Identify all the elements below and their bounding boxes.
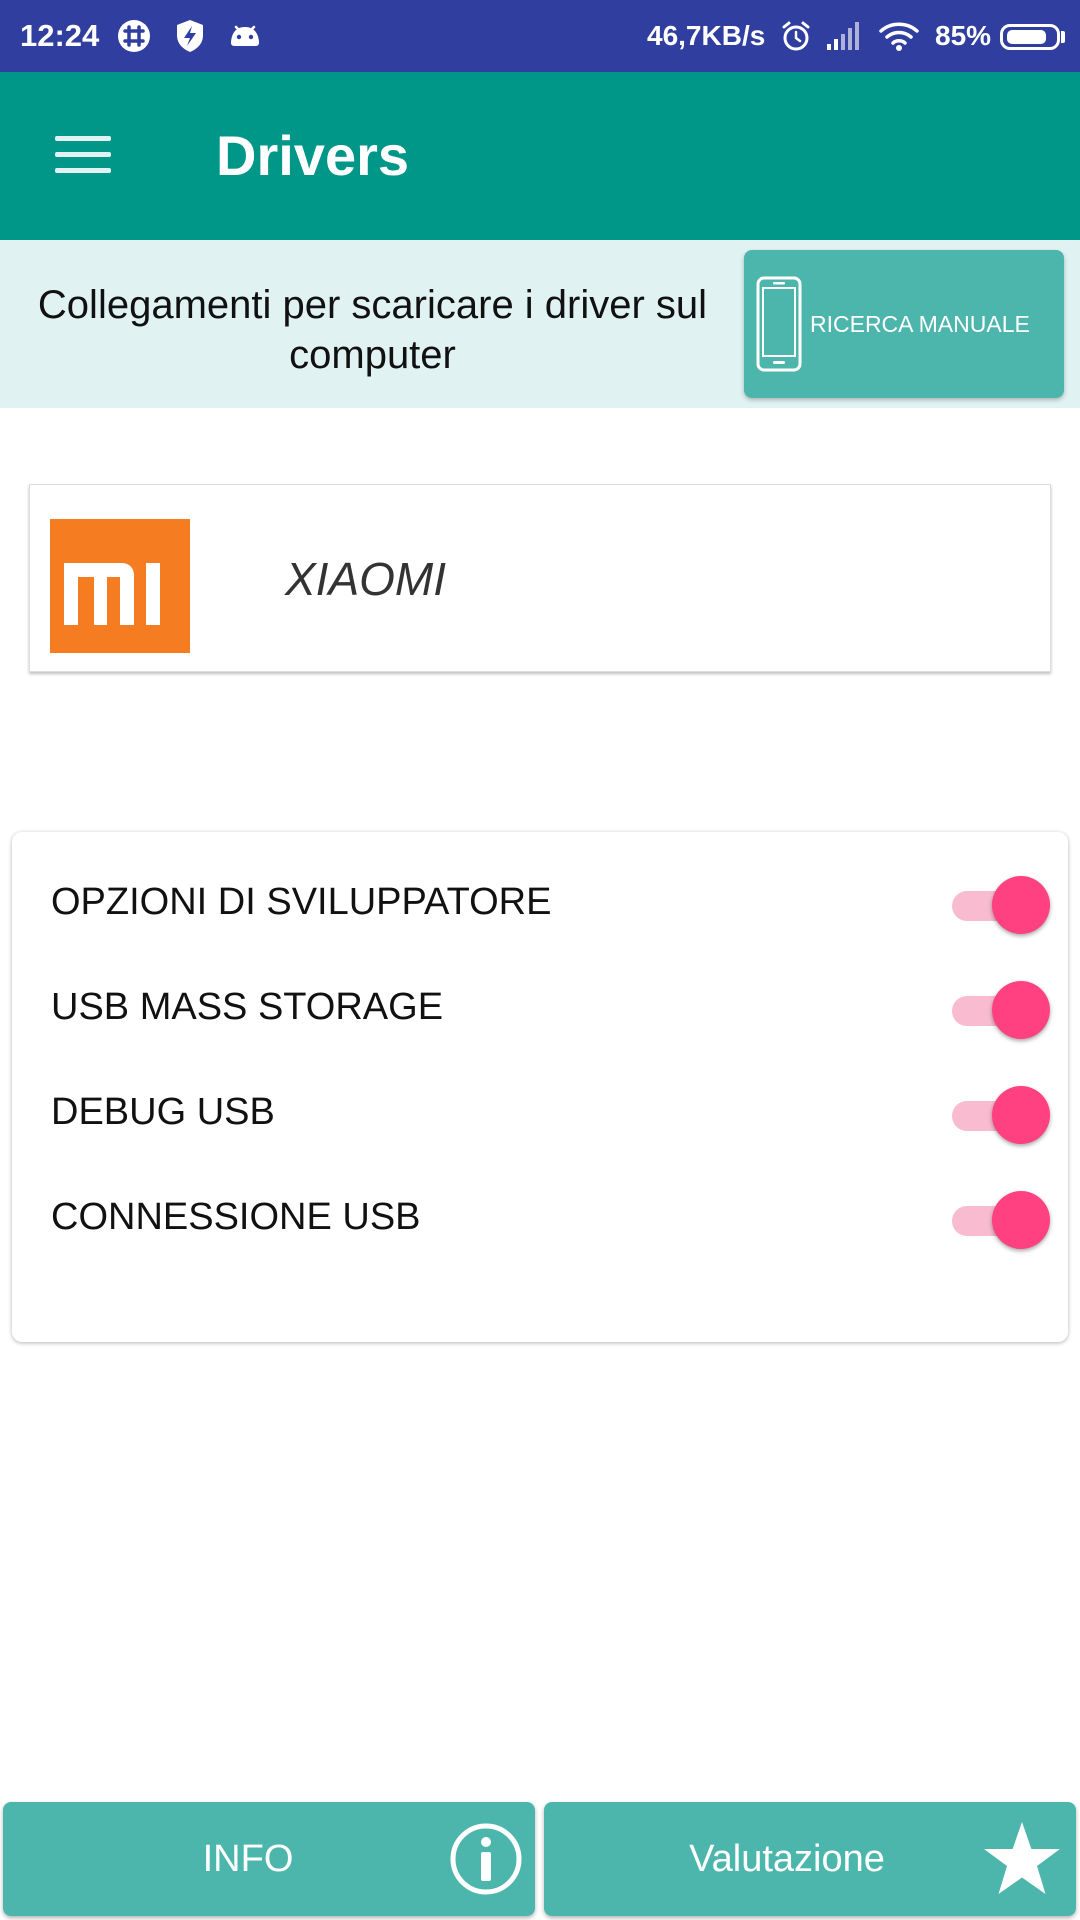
option-row-usb-connection: CONNESSIONE USB [12, 1167, 1068, 1267]
battery-nub [1061, 31, 1065, 43]
option-label: OPZIONI DI SVILUPPATORE [51, 881, 552, 923]
brand-card-xiaomi[interactable]: XIAOMI [29, 484, 1051, 672]
page-title: Drivers [216, 124, 410, 187]
info-icon [450, 1823, 522, 1895]
slack-icon [118, 20, 150, 52]
app-toolbar: Drivers [0, 72, 1080, 240]
option-row-mass-storage: USB MASS STORAGE [12, 957, 1068, 1057]
debug-usb-switch[interactable] [952, 1082, 1050, 1144]
usb-options-card: OPZIONI DI SVILUPPATORE USB MASS STORAGE… [12, 832, 1068, 1342]
usb-connection-switch[interactable] [952, 1187, 1050, 1249]
android-icon [231, 25, 259, 46]
driver-links-banner: Collegamenti per scaricare i driver sul … [0, 240, 1080, 408]
option-label: CONNESSIONE USB [51, 1196, 421, 1238]
brand-name: XIAOMI [285, 553, 447, 605]
xiaomi-logo [50, 519, 190, 653]
info-button-label: INFO [202, 1838, 294, 1880]
status-time: 12:24 [20, 18, 100, 53]
developer-options-switch[interactable] [952, 872, 1050, 934]
hamburger-menu-icon[interactable] [40, 112, 128, 200]
smartphone-icon [756, 276, 802, 372]
rating-button[interactable]: Valutazione [544, 1802, 1076, 1916]
signal-icon [827, 22, 859, 50]
option-row-developer: OPZIONI DI SVILUPPATORE [12, 852, 1068, 952]
network-speed: 46,7KB/s [647, 20, 766, 51]
shield-bolt-icon [177, 20, 203, 52]
mass-storage-switch[interactable] [952, 977, 1050, 1039]
battery-icon [1000, 24, 1060, 50]
star-icon [984, 1822, 1060, 1894]
manual-search-button[interactable]: RICERCA MANUALE [744, 250, 1064, 398]
option-label: USB MASS STORAGE [51, 986, 444, 1028]
wifi-icon [879, 22, 919, 51]
banner-text: Collegamenti per scaricare i driver sul … [37, 283, 708, 377]
manual-search-label: RICERCA MANUALE [810, 311, 1030, 337]
rating-button-label: Valutazione [689, 1838, 885, 1880]
info-button[interactable]: INFO [3, 1802, 535, 1916]
alarm-icon [782, 21, 810, 51]
option-row-debug-usb: DEBUG USB [12, 1062, 1068, 1162]
battery-percent: 85% [935, 20, 992, 51]
status-bar: 12:24 46,7KB/s 85% [0, 0, 1080, 72]
option-label: DEBUG USB [51, 1091, 275, 1133]
battery-level [1007, 30, 1046, 44]
